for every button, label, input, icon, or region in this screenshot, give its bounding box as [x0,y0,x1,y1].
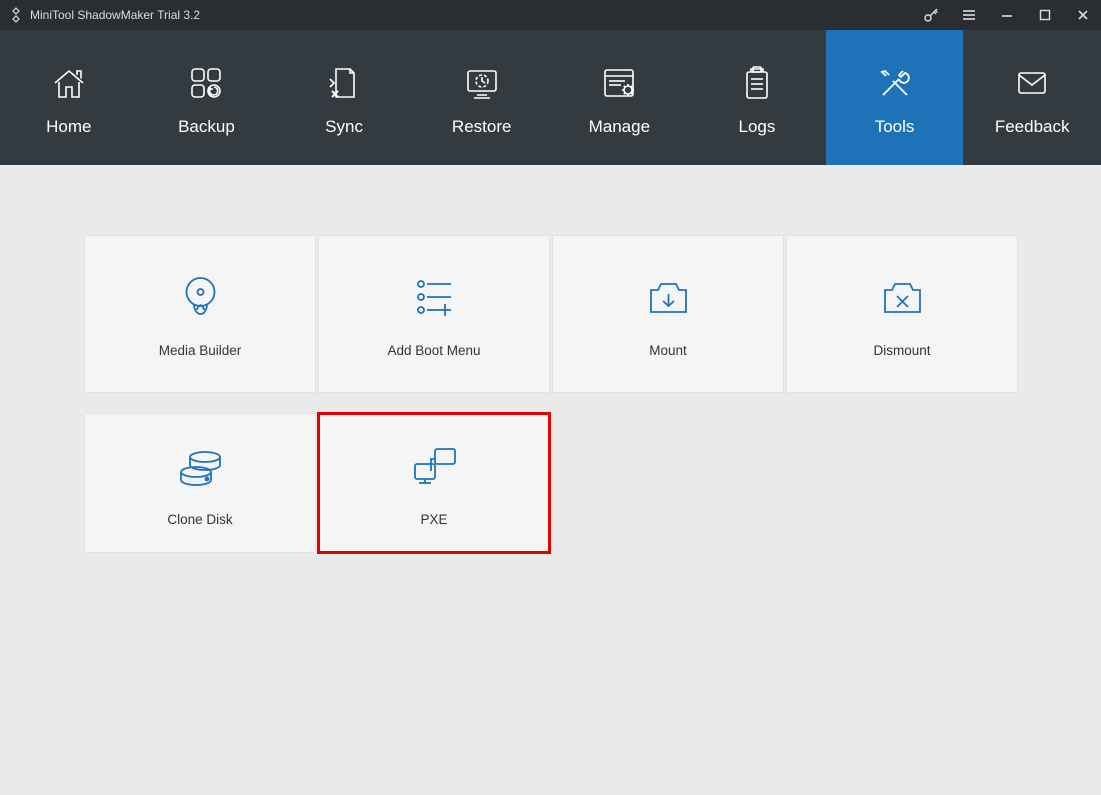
tool-label: Clone Disk [167,512,232,527]
nav-label: Manage [589,117,650,137]
backup-icon [186,65,226,103]
restore-icon [462,65,502,103]
tool-label: Add Boot Menu [387,343,480,358]
tool-label: Dismount [873,343,930,358]
nav-label: Restore [452,117,512,137]
app-logo-icon [8,7,24,23]
tool-label: PXE [420,512,447,527]
nav-label: Home [46,117,91,137]
nav-label: Logs [739,117,776,137]
minimize-icon[interactable] [995,3,1019,27]
app-title: MiniTool ShadowMaker Trial 3.2 [30,8,919,22]
nav-home[interactable]: Home [0,30,138,165]
home-icon [49,65,89,103]
media-builder-icon [173,270,228,325]
clone-disk-icon [173,439,228,494]
nav-manage[interactable]: Manage [551,30,689,165]
manage-icon [599,65,639,103]
tool-clone-disk[interactable]: Clone Disk [84,413,316,553]
tool-add-boot-menu[interactable]: Add Boot Menu [318,235,550,393]
tool-dismount[interactable]: Dismount [786,235,1018,393]
logs-icon [737,65,777,103]
menu-icon[interactable] [957,3,981,27]
tool-media-builder[interactable]: Media Builder [84,235,316,393]
nav-label: Feedback [995,117,1070,137]
maximize-icon[interactable] [1033,3,1057,27]
tools-icon [875,65,915,103]
nav-backup[interactable]: Backup [138,30,276,165]
titlebar: MiniTool ShadowMaker Trial 3.2 [0,0,1101,30]
tool-label: Media Builder [159,343,242,358]
key-icon[interactable] [919,3,943,27]
nav-logs[interactable]: Logs [688,30,826,165]
sync-icon [324,65,364,103]
dismount-icon [875,270,930,325]
close-icon[interactable] [1071,3,1095,27]
nav-tools[interactable]: Tools [826,30,964,165]
tool-label: Mount [649,343,687,358]
tools-content: Media Builder Add Boot Menu Mount Dismou… [0,165,1101,623]
nav-label: Tools [875,117,915,137]
add-boot-menu-icon [407,270,462,325]
nav-restore[interactable]: Restore [413,30,551,165]
tool-pxe[interactable]: PXE [318,413,550,553]
nav-feedback[interactable]: Feedback [963,30,1101,165]
nav-label: Sync [325,117,363,137]
mount-icon [641,270,696,325]
feedback-icon [1012,65,1052,103]
pxe-icon [407,439,462,494]
navbar: Home Backup Sync Restore Manage Logs [0,30,1101,165]
tool-mount[interactable]: Mount [552,235,784,393]
nav-sync[interactable]: Sync [275,30,413,165]
nav-label: Backup [178,117,235,137]
